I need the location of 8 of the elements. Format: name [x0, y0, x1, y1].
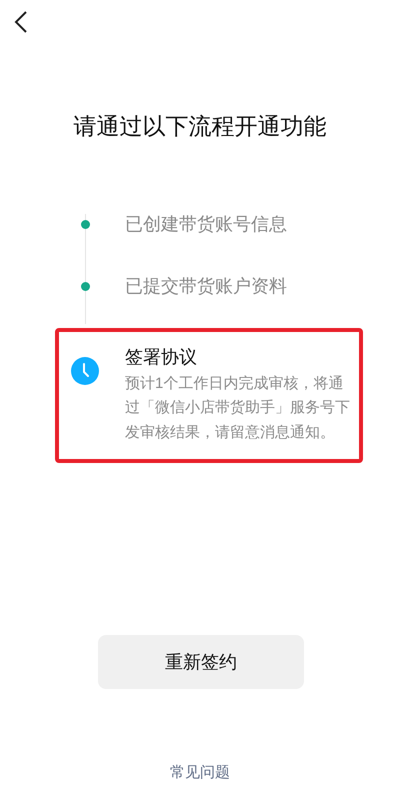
faq-link[interactable]: 常见问题 — [170, 762, 230, 784]
page-title: 请通过以下流程开通功能 — [74, 112, 326, 141]
step-description: 预计1个工作日内完成审核，将通过「微信小店带货助手」服务号下发审核结果，请留意消息通知。 — [125, 374, 351, 442]
step-label: 已创建带货账号信息 — [125, 213, 287, 236]
step-label: 签署协议 — [125, 346, 198, 368]
back-icon[interactable] — [14, 11, 28, 33]
step-label: 已提交带货账户资料 — [125, 275, 287, 298]
re-sign-button[interactable]: 重新签约 — [98, 635, 304, 689]
